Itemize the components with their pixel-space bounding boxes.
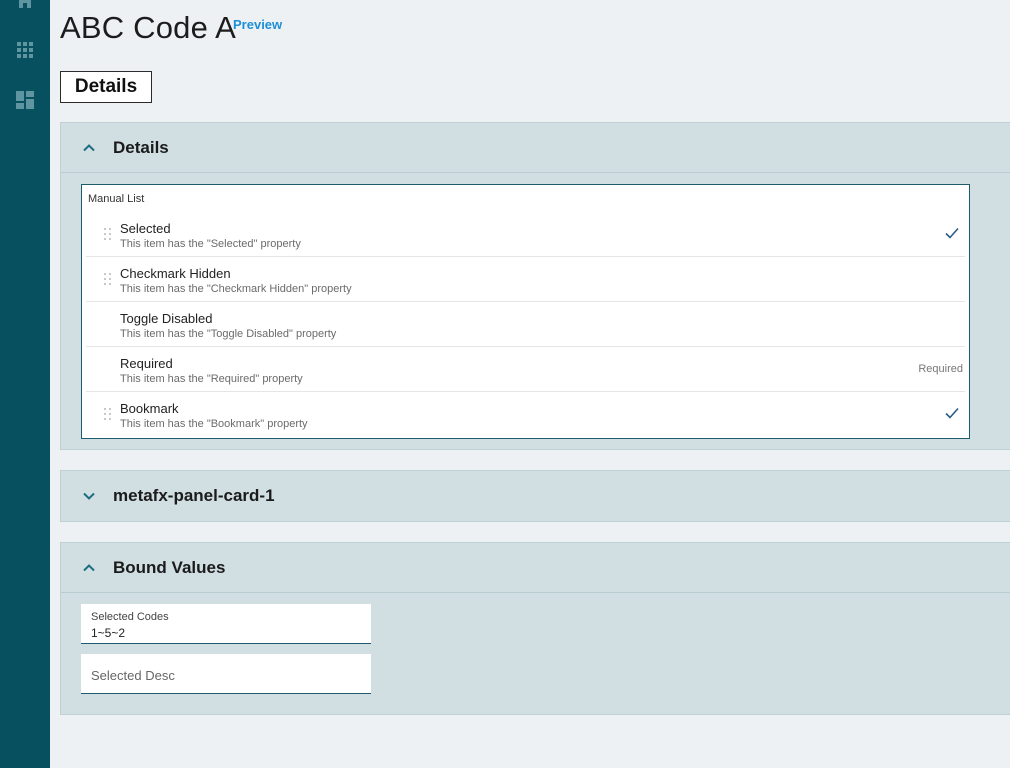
chevron-down-icon [82, 489, 96, 503]
manual-list: Manual List Selected This item has the "… [81, 184, 970, 439]
list-item-checkmark-hidden[interactable]: Checkmark Hidden This item has the "Chec… [86, 257, 965, 302]
list-item-bookmark[interactable]: Bookmark This item has the "Bookmark" pr… [86, 392, 965, 437]
list-item-toggle-disabled: Toggle Disabled This item has the "Toggl… [86, 302, 965, 347]
list-item-required[interactable]: Required This item has the "Required" pr… [86, 347, 965, 392]
list-item-subtitle: This item has the "Selected" property [120, 238, 301, 250]
selected-desc-field [81, 654, 371, 694]
checkmark-icon [945, 407, 959, 419]
sidebar [0, 0, 50, 768]
card-panel-header[interactable]: metafx-panel-card-1 [61, 471, 1010, 521]
panel-title: metafx-panel-card-1 [113, 486, 275, 505]
required-badge: Required [918, 363, 963, 375]
drag-handle-icon[interactable] [104, 408, 112, 420]
list-item-title: Bookmark [120, 401, 179, 416]
drag-handle-icon[interactable] [104, 273, 112, 285]
bound-values-panel: Bound Values Selected Codes [60, 542, 1010, 715]
chevron-up-icon [82, 561, 96, 575]
selected-codes-field: Selected Codes [81, 604, 371, 644]
bound-values-panel-header[interactable]: Bound Values [61, 543, 1010, 593]
tab-details[interactable]: Details [60, 71, 152, 103]
panel-title: Details [113, 137, 169, 157]
list-item-subtitle: This item has the "Checkmark Hidden" pro… [120, 283, 352, 295]
details-panel: Details Manual List Selected This item h… [60, 122, 1010, 450]
drag-handle-icon[interactable] [104, 228, 112, 240]
list-item-selected[interactable]: Selected This item has the "Selected" pr… [86, 212, 965, 257]
manual-list-rows: Selected This item has the "Selected" pr… [82, 212, 969, 437]
checkmark-icon [945, 227, 959, 239]
apps-grid-icon[interactable] [16, 41, 34, 59]
selected-codes-label: Selected Codes [91, 611, 169, 623]
metafx-panel-card: metafx-panel-card-1 [60, 470, 1010, 522]
list-item-subtitle: This item has the "Required" property [120, 373, 303, 385]
details-panel-header[interactable]: Details [61, 123, 1010, 173]
list-item-title: Checkmark Hidden [120, 266, 231, 281]
list-item-title: Required [120, 356, 173, 371]
list-item-title: Toggle Disabled [120, 311, 213, 326]
manual-list-label: Manual List [88, 193, 145, 205]
chevron-up-icon [82, 141, 96, 155]
list-item-title: Selected [120, 221, 171, 236]
list-item-subtitle: This item has the "Toggle Disabled" prop… [120, 328, 337, 340]
selected-desc-input[interactable] [91, 666, 361, 684]
panel-title: Bound Values [113, 557, 226, 577]
selected-codes-input[interactable] [91, 626, 361, 640]
home-icon[interactable] [16, 0, 34, 10]
list-item-subtitle: This item has the "Bookmark" property [120, 418, 308, 430]
page-title: ABC Code A [60, 10, 237, 45]
preview-link[interactable]: Preview [233, 17, 282, 32]
dashboard-icon[interactable] [16, 91, 34, 109]
